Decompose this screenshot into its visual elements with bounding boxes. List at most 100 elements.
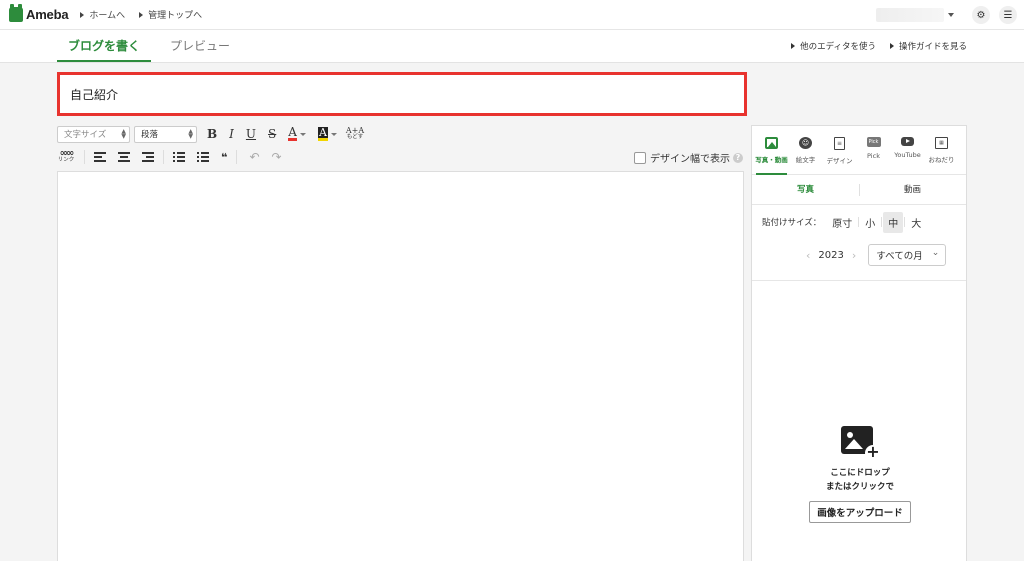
panel-tab-youtube[interactable]: YouTube bbox=[890, 126, 925, 174]
undo-icon[interactable]: ↶ bbox=[249, 150, 259, 164]
drop-line-1: ここにドロップ bbox=[830, 468, 890, 478]
emoji-icon: ☺ bbox=[799, 137, 812, 149]
guide-link[interactable]: 操作ガイドを見る bbox=[889, 40, 967, 52]
panel-tab-onedari[interactable]: ▦ おねだり bbox=[924, 126, 959, 174]
triangle-right-icon bbox=[791, 43, 796, 49]
size-large-button[interactable]: 大 bbox=[904, 212, 926, 233]
italic-button[interactable]: I bbox=[229, 127, 234, 141]
menu-button[interactable]: ☰ bbox=[999, 6, 1017, 24]
caret-down-icon bbox=[299, 132, 306, 136]
underline-button[interactable]: U bbox=[246, 127, 256, 141]
panel-tab-label: Pick bbox=[867, 152, 880, 160]
size-medium-button[interactable]: 中 bbox=[881, 211, 904, 233]
title-input[interactable]: 自己紹介 bbox=[57, 72, 747, 116]
image-drop-zone[interactable]: + ここにドロップ またはクリックで 画像をアップロード bbox=[752, 426, 968, 523]
ameba-logo-icon bbox=[9, 4, 23, 22]
align-left-icon[interactable] bbox=[94, 152, 106, 162]
panel-divider bbox=[752, 280, 966, 281]
panel-tab-design[interactable]: ≡ デザイン bbox=[822, 126, 857, 174]
bullet-list-icon[interactable] bbox=[173, 152, 185, 162]
size-small-button[interactable]: 小 bbox=[858, 212, 880, 233]
strikethrough-button[interactable]: S bbox=[268, 127, 276, 141]
link-button[interactable]: ∞∞ リンク bbox=[57, 148, 75, 164]
panel-tab-emoji[interactable]: ☺ 絵文字 bbox=[788, 126, 823, 174]
subtab-video[interactable]: 動画 bbox=[859, 175, 966, 205]
caret-down-icon bbox=[330, 132, 337, 136]
align-center-icon[interactable] bbox=[118, 152, 130, 162]
toolbar-divider bbox=[163, 150, 164, 164]
chevron-left-icon[interactable]: ‹ bbox=[806, 249, 810, 262]
updown-arrows-icon: ▲ ▼ bbox=[121, 127, 126, 140]
align-right-icon[interactable] bbox=[142, 152, 154, 162]
design-width-toggle[interactable]: デザイン幅で表示 ? bbox=[634, 150, 743, 165]
reset-format-button[interactable]: A+A もどす bbox=[346, 127, 364, 141]
pick-icon: Pick bbox=[866, 137, 881, 147]
month-select[interactable]: すべての月 ⌄ bbox=[868, 244, 947, 266]
size-original-button[interactable]: 原寸 bbox=[827, 212, 857, 233]
redo-icon[interactable]: ↷ bbox=[272, 150, 282, 164]
bold-button[interactable]: B bbox=[207, 127, 217, 141]
quote-icon[interactable]: ❝ bbox=[221, 151, 227, 164]
chevron-right-icon[interactable]: › bbox=[852, 249, 856, 262]
user-name-placeholder[interactable] bbox=[876, 8, 944, 22]
paragraph-select[interactable]: 段落 ▲ ▼ bbox=[134, 125, 197, 143]
editor-tabbar: ブログを書く プレビュー 他のエディタを使う 操作ガイドを見る bbox=[0, 30, 1024, 63]
chevron-down-icon: ⌄ bbox=[931, 248, 940, 258]
reset-format-icon: A+A bbox=[345, 126, 365, 135]
settings-button[interactable]: ⚙ bbox=[972, 6, 990, 24]
editor-body[interactable] bbox=[57, 171, 744, 561]
account-dropdown-icon[interactable] bbox=[948, 13, 954, 17]
logo-text: Ameba bbox=[26, 7, 69, 22]
breadcrumb-admin[interactable]: 管理トップへ bbox=[139, 8, 202, 21]
font-size-select[interactable]: 文字サイズ ▲ ▼ bbox=[57, 125, 130, 143]
format-toolbar-2: ∞∞ リンク ❝ ↶ ↷ デザイン幅で表示 ? bbox=[57, 147, 747, 167]
panel-tab-label: YouTube bbox=[894, 151, 921, 159]
numbered-list-icon[interactable] bbox=[197, 152, 209, 162]
paste-size-row: 貼付けサイズ： 原寸 小 中 大 bbox=[752, 207, 966, 237]
subtab-photo[interactable]: 写真 bbox=[752, 175, 859, 205]
help-icon[interactable]: ? bbox=[733, 152, 743, 163]
ameba-logo[interactable]: Ameba bbox=[9, 0, 69, 30]
image-icon bbox=[765, 137, 778, 149]
link-label: リンク bbox=[57, 157, 75, 163]
paragraph-label: 段落 bbox=[141, 130, 159, 140]
drop-instructions: ここにドロップ またはクリックで bbox=[826, 466, 894, 494]
text-color-icon: A bbox=[288, 125, 297, 141]
highlight-color-icon: A bbox=[317, 126, 328, 141]
tab-preview[interactable]: プレビュー bbox=[170, 30, 230, 62]
guide-label: 操作ガイドを見る bbox=[898, 42, 967, 52]
upload-image-button[interactable]: 画像をアップロード bbox=[809, 501, 911, 523]
triangle-right-icon bbox=[139, 11, 144, 18]
drop-line-2: またはクリックで bbox=[825, 482, 894, 492]
top-header: Ameba ホームへ 管理トップへ ⚙ ☰ bbox=[0, 0, 1024, 30]
triangle-right-icon bbox=[80, 11, 85, 18]
panel-tab-pick[interactable]: Pick Pick bbox=[856, 126, 891, 174]
format-toolbar: 文字サイズ ▲ ▼ 段落 ▲ ▼ B I U S A A A+A もどす bbox=[57, 124, 747, 144]
panel-tab-label: デザイン bbox=[826, 157, 853, 165]
chain-link-icon: ∞∞ bbox=[59, 148, 75, 159]
text-color-button[interactable]: A bbox=[288, 125, 306, 141]
add-image-icon: + bbox=[841, 426, 881, 461]
font-size-label: 文字サイズ bbox=[64, 130, 107, 140]
reset-format-label: もどす bbox=[346, 134, 364, 140]
design-width-label: デザイン幅で表示 bbox=[650, 154, 730, 165]
panel-tab-label: 絵文字 bbox=[795, 156, 816, 164]
other-editor-link[interactable]: 他のエディタを使う bbox=[791, 40, 876, 52]
breadcrumb-admin-label: 管理トップへ bbox=[148, 11, 203, 21]
panel-tab-photo-video[interactable]: 写真・動画 bbox=[754, 126, 789, 175]
panel-tab-label: おねだり bbox=[928, 156, 955, 164]
panel-tab-label: 写真・動画 bbox=[755, 156, 788, 164]
gift-icon: ▦ bbox=[935, 137, 948, 149]
highlight-button[interactable]: A bbox=[317, 126, 337, 141]
month-select-value: すべての月 bbox=[876, 251, 923, 262]
breadcrumb-home-label: ホームへ bbox=[89, 11, 126, 21]
paste-size-label: 貼付けサイズ： bbox=[762, 218, 822, 228]
tab-write[interactable]: ブログを書く bbox=[57, 30, 151, 62]
design-width-checkbox[interactable] bbox=[634, 151, 646, 164]
year-label: 2023 bbox=[818, 249, 844, 261]
media-panel: 写真・動画 ☺ 絵文字 ≡ デザイン Pick Pick YouTube ▦ お… bbox=[751, 125, 967, 561]
gear-icon: ⚙ bbox=[976, 9, 986, 21]
toolbar-divider bbox=[236, 150, 238, 164]
design-icon: ≡ bbox=[834, 137, 845, 150]
breadcrumb-home[interactable]: ホームへ bbox=[80, 8, 125, 21]
